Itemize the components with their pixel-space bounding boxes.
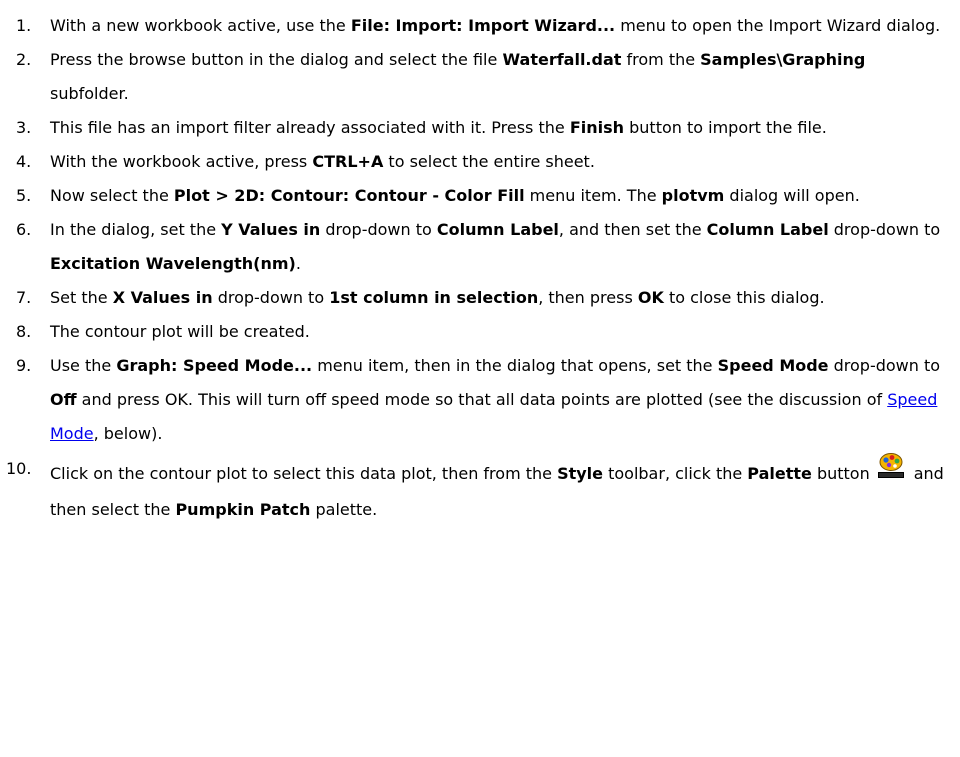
step-number: 9.	[16, 356, 32, 375]
emphasis-text: Finish	[569, 118, 625, 137]
emphasis-text: Palette	[747, 464, 812, 483]
step-text: button to import the file.	[624, 118, 827, 137]
step-text: Now select the	[50, 186, 174, 205]
emphasis-text: Speed Mode	[717, 356, 829, 375]
instruction-list: 1. With a new workbook active, use the Fi…	[0, 9, 960, 528]
step-text: drop-down to	[320, 220, 437, 239]
step-text: With a new workbook active, use the	[50, 16, 351, 35]
step-text: to select the entire sheet.	[383, 152, 595, 171]
step-text: .	[295, 254, 301, 273]
step-number: 1.	[16, 16, 32, 35]
instruction-step: 8. The contour plot will be created.	[0, 315, 960, 349]
emphasis-text: OK	[637, 288, 664, 307]
emphasis-text: Waterfall.dat	[502, 50, 622, 69]
instruction-step: 10. Click on the contour plot to select t…	[0, 451, 960, 528]
emphasis-text: plotvm	[661, 186, 725, 205]
emphasis-text: Samples\Graphing	[700, 50, 866, 69]
step-text: , then press	[538, 288, 638, 307]
step-text: Click on the contour plot to select this…	[50, 464, 558, 483]
emphasis-text: Y Values in	[221, 220, 321, 239]
step-text: to close this dialog.	[663, 288, 825, 307]
step-text: Set the	[50, 288, 113, 307]
emphasis-text: Style	[557, 464, 604, 483]
emphasis-text: Off	[50, 390, 77, 409]
step-text: Use the	[50, 356, 117, 375]
emphasis-text: File: Import: Import Wizard...	[350, 16, 616, 35]
emphasis-text: Pumpkin Patch	[175, 500, 311, 519]
step-number: 7.	[16, 288, 32, 307]
instruction-step: 1. With a new workbook active, use the Fi…	[0, 9, 960, 43]
step-number: 8.	[16, 322, 32, 341]
step-text: dialog will open.	[724, 186, 860, 205]
step-text: from the	[621, 50, 701, 69]
step-text: and press OK. This will turn off speed m…	[76, 390, 888, 409]
step-text: drop-down to	[212, 288, 330, 307]
emphasis-text: 1st column in selection	[329, 288, 539, 307]
step-text: , and then set the	[558, 220, 707, 239]
instruction-step: 2. Press the browse button in the dialog …	[0, 43, 960, 111]
step-text: In the dialog, set the	[50, 220, 222, 239]
step-number: 6.	[16, 220, 32, 239]
emphasis-text: Excitation Wavelength(nm)	[50, 254, 296, 273]
step-number: 10.	[6, 459, 32, 478]
emphasis-text: Graph: Speed Mode...	[116, 356, 313, 375]
step-text: drop-down to	[828, 220, 941, 239]
step-text: Press the browse button in the dialog an…	[50, 50, 503, 69]
step-text: menu item. The	[524, 186, 662, 205]
step-text: , below).	[93, 424, 163, 443]
emphasis-text: Column Label	[706, 220, 829, 239]
instruction-step: 9. Use the Graph: Speed Mode... menu item…	[0, 349, 960, 451]
emphasis-text: Plot > 2D: Contour: Contour - Color Fill	[173, 186, 525, 205]
palette-icon	[874, 451, 908, 481]
emphasis-text: Column Label	[436, 220, 559, 239]
instruction-step: 6. In the dialog, set the Y Values in dro…	[0, 213, 960, 281]
instruction-step: 4. With the workbook active, press CTRL+A…	[0, 145, 960, 179]
step-text: subfolder.	[50, 84, 129, 103]
emphasis-text: CTRL+A	[312, 152, 384, 171]
step-number: 5.	[16, 186, 32, 205]
step-text: The contour plot will be created.	[50, 322, 310, 341]
step-number: 2.	[16, 50, 32, 69]
instruction-step: 7. Set the X Values in drop-down to 1st c…	[0, 281, 960, 315]
emphasis-text: X Values in	[112, 288, 213, 307]
step-text: palette.	[310, 500, 378, 519]
step-text: With the workbook active, press	[50, 152, 313, 171]
step-text: button	[811, 464, 870, 483]
step-number: 3.	[16, 118, 32, 137]
step-text: menu item, then in the dialog that opens…	[312, 356, 718, 375]
instruction-step: 3. This file has an import filter already…	[0, 111, 960, 145]
step-text: This file has an import filter already a…	[50, 118, 570, 137]
instruction-step: 5. Now select the Plot > 2D: Contour: Con…	[0, 179, 960, 213]
step-text: menu to open the Import Wizard dialog.	[615, 16, 941, 35]
step-text: drop-down to	[828, 356, 941, 375]
step-text: toolbar, click the	[603, 464, 748, 483]
step-number: 4.	[16, 152, 32, 171]
